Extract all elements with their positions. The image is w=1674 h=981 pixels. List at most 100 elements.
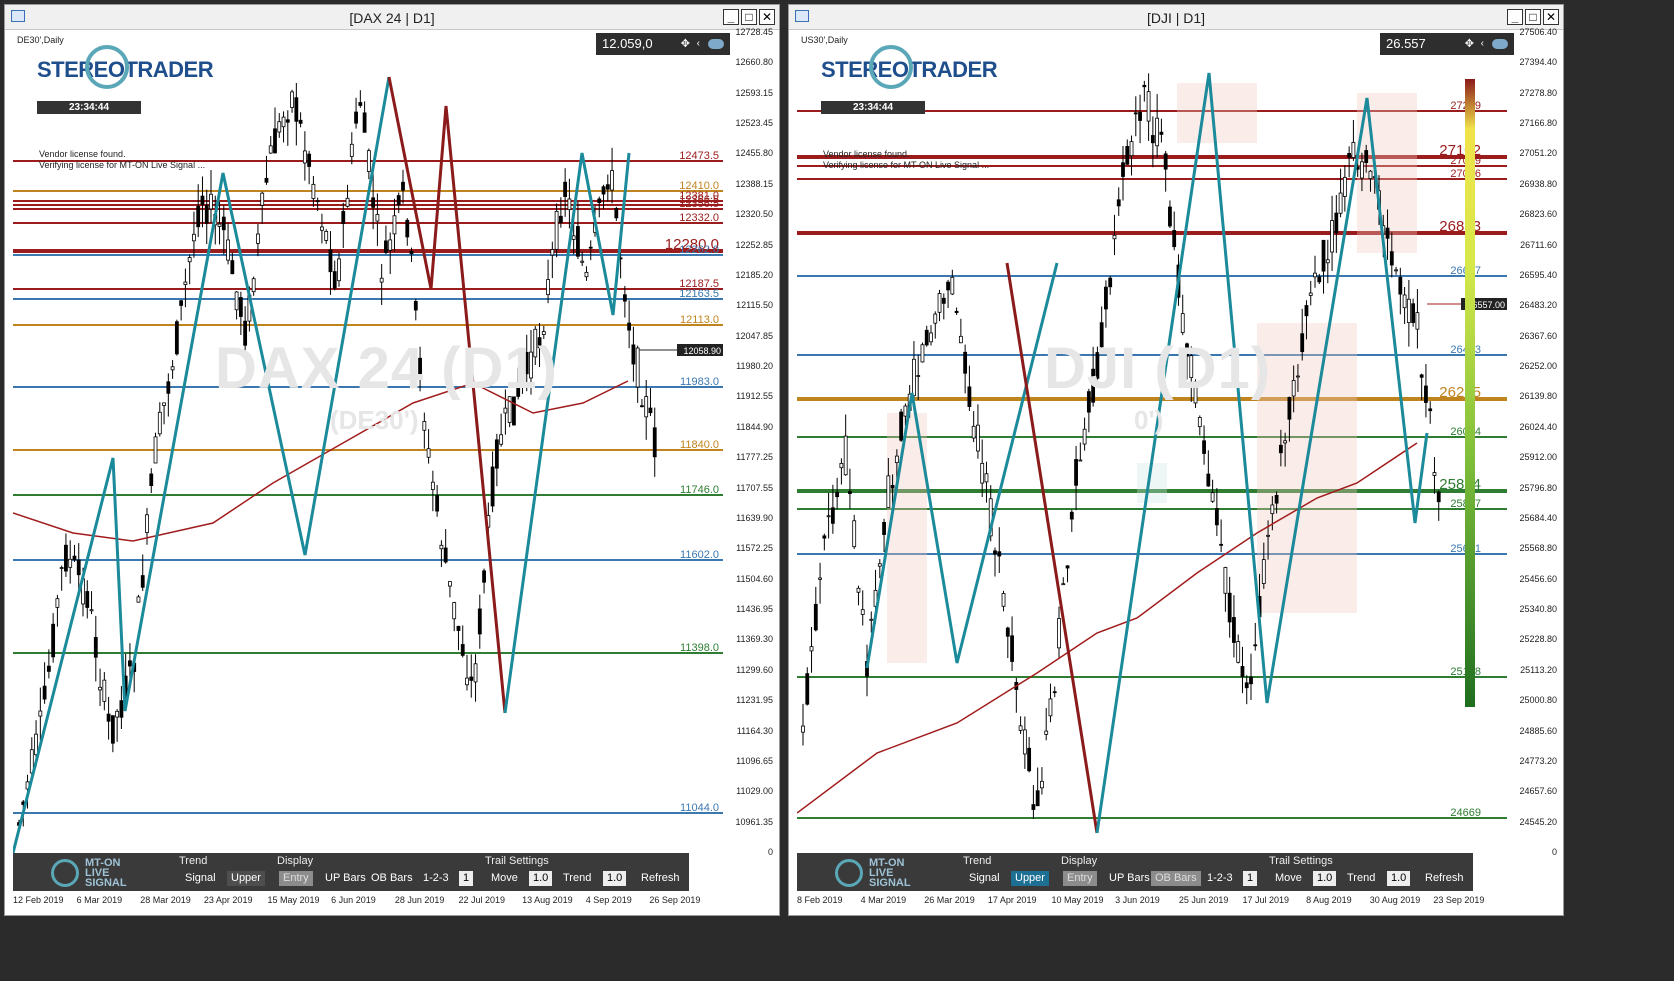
date-tick: 17 Apr 2019 bbox=[987, 895, 1037, 905]
candle-body bbox=[610, 170, 614, 191]
price-tick: 12388.15 bbox=[735, 178, 773, 189]
price-tick: 24657.60 bbox=[1519, 786, 1557, 797]
price-tick: 11164.30 bbox=[736, 725, 773, 736]
candle-body bbox=[371, 197, 376, 208]
chevron-left-icon[interactable]: ‹ bbox=[697, 33, 700, 55]
move-value[interactable]: 1.0 bbox=[1313, 871, 1337, 886]
candle-body bbox=[1005, 627, 1010, 637]
candle-body bbox=[805, 673, 810, 705]
candle-body bbox=[1338, 192, 1343, 214]
mt-on-live-signal-logo: MT-ON LIVE SIGNAL bbox=[51, 856, 141, 890]
signal-button[interactable]: Signal bbox=[965, 871, 1004, 886]
close-button[interactable]: ✕ bbox=[759, 9, 775, 25]
price-tick: 26139.80 bbox=[1519, 391, 1557, 402]
date-tick: 25 Jun 2019 bbox=[1178, 895, 1229, 905]
title-bar[interactable]: [DJI | D1] _ □ ✕ bbox=[789, 5, 1563, 30]
toggle-icon[interactable] bbox=[1492, 39, 1508, 49]
upper-button[interactable]: Upper bbox=[227, 871, 265, 886]
one-two-three-button[interactable]: 1-2-3 bbox=[1203, 871, 1237, 886]
candle-body bbox=[251, 278, 256, 293]
ob-bars-button[interactable]: OB Bars bbox=[1151, 871, 1201, 886]
candle-body bbox=[1112, 234, 1117, 240]
maximize-button[interactable]: □ bbox=[1525, 9, 1541, 25]
candle-body bbox=[277, 121, 282, 133]
move-value[interactable]: 1.0 bbox=[529, 871, 553, 886]
ob-bars-button[interactable]: OB Bars bbox=[367, 871, 417, 886]
one-two-three-count[interactable]: 1 bbox=[459, 871, 474, 886]
entry-button[interactable]: Entry bbox=[279, 871, 313, 886]
candle-body bbox=[1364, 150, 1369, 164]
toggle-icon[interactable] bbox=[708, 39, 724, 49]
maximize-button[interactable]: □ bbox=[741, 9, 757, 25]
refresh-button[interactable]: Refresh bbox=[637, 871, 684, 886]
upper-button[interactable]: Upper bbox=[1011, 871, 1049, 886]
candle-body bbox=[174, 321, 179, 355]
refresh-button[interactable]: Refresh bbox=[1421, 871, 1468, 886]
candle-body bbox=[204, 205, 209, 224]
candle-body bbox=[285, 119, 290, 123]
candle-body bbox=[822, 535, 827, 539]
candle-body bbox=[409, 250, 414, 255]
candle-body bbox=[933, 313, 938, 324]
candle-body bbox=[337, 258, 341, 282]
trend-value[interactable]: 1.0 bbox=[1387, 871, 1411, 886]
chevron-left-icon[interactable]: ‹ bbox=[1481, 33, 1484, 55]
close-button[interactable]: ✕ bbox=[1543, 9, 1559, 25]
price-display[interactable]: 26.557 ✥ ‹ bbox=[1380, 33, 1514, 55]
candle-body bbox=[349, 143, 354, 157]
minimize-button[interactable]: _ bbox=[1507, 9, 1523, 25]
date-tick: 8 Aug 2019 bbox=[1306, 895, 1352, 905]
candle-body bbox=[439, 544, 444, 550]
trail-trend-button[interactable]: Trend bbox=[559, 871, 596, 886]
license-status: Vendor license found. Verifying license … bbox=[823, 149, 989, 171]
candle-body bbox=[1304, 305, 1309, 317]
move-button[interactable]: Move bbox=[1271, 871, 1306, 886]
up-bars-button[interactable]: UP Bars bbox=[1105, 871, 1154, 886]
candle-body bbox=[426, 448, 431, 458]
candle-body bbox=[1129, 141, 1134, 157]
candle-body bbox=[920, 344, 925, 363]
move-button[interactable]: Move bbox=[487, 871, 522, 886]
time-axis[interactable]: 8 Feb 2019 4 Mar 2019 26 Mar 2019 17 Apr 20… bbox=[797, 895, 1507, 909]
candle-body bbox=[375, 214, 380, 222]
price-tick: 12455.80 bbox=[735, 148, 773, 159]
candle-body bbox=[1065, 565, 1070, 569]
signal-toolbar: MT-ON LIVE SIGNAL Trend Signal Upper Displ… bbox=[797, 853, 1473, 891]
price-axis[interactable]: 27506.40 27394.40 27278.80 27166.80 27051.20… bbox=[1509, 27, 1557, 857]
up-bars-button[interactable]: UP Bars bbox=[321, 871, 370, 886]
date-tick: 4 Mar 2019 bbox=[860, 895, 907, 905]
price-axis[interactable]: 12728.45 12660.80 12593.15 12523.45 12455.80… bbox=[725, 27, 773, 857]
candle-body bbox=[1283, 440, 1288, 444]
candle-body bbox=[465, 677, 469, 686]
price-display[interactable]: 12.059,0 ✥ ‹ bbox=[596, 33, 730, 55]
time-axis[interactable]: 12 Feb 2019 6 Mar 2019 28 Mar 2019 23 Apr 2… bbox=[13, 895, 723, 909]
one-two-three-count[interactable]: 1 bbox=[1243, 871, 1258, 886]
crosshair-icon[interactable]: ✥ bbox=[681, 33, 690, 55]
entry-button[interactable]: Entry bbox=[1063, 871, 1097, 886]
candle-body bbox=[946, 281, 950, 291]
price-tick: 26711.60 bbox=[1520, 239, 1557, 250]
candle-body bbox=[830, 507, 835, 524]
candle-body bbox=[1214, 508, 1219, 526]
candle-body bbox=[102, 679, 107, 702]
date-tick: 15 May 2019 bbox=[267, 895, 320, 905]
one-two-three-button[interactable]: 1-2-3 bbox=[419, 871, 453, 886]
title-bar[interactable]: [DAX 24 | D1] _ □ ✕ bbox=[5, 5, 779, 30]
candle-body bbox=[1347, 153, 1352, 158]
signal-button[interactable]: Signal bbox=[181, 871, 220, 886]
candle-body bbox=[1360, 161, 1364, 179]
candle-body bbox=[971, 425, 976, 439]
trail-trend-button[interactable]: Trend bbox=[1343, 871, 1380, 886]
candle-body bbox=[1419, 374, 1424, 378]
logo-ring-icon bbox=[869, 45, 913, 89]
trend-value[interactable]: 1.0 bbox=[603, 871, 627, 886]
candle-body bbox=[644, 396, 649, 418]
candle-body bbox=[362, 112, 367, 133]
display-group-label: Display bbox=[1061, 855, 1098, 867]
candle-body bbox=[166, 381, 171, 394]
candle-body bbox=[1223, 567, 1228, 594]
candle-body bbox=[430, 481, 435, 490]
crosshair-icon[interactable]: ✥ bbox=[1465, 33, 1474, 55]
minimize-button[interactable]: _ bbox=[723, 9, 739, 25]
candle-body bbox=[345, 197, 350, 207]
